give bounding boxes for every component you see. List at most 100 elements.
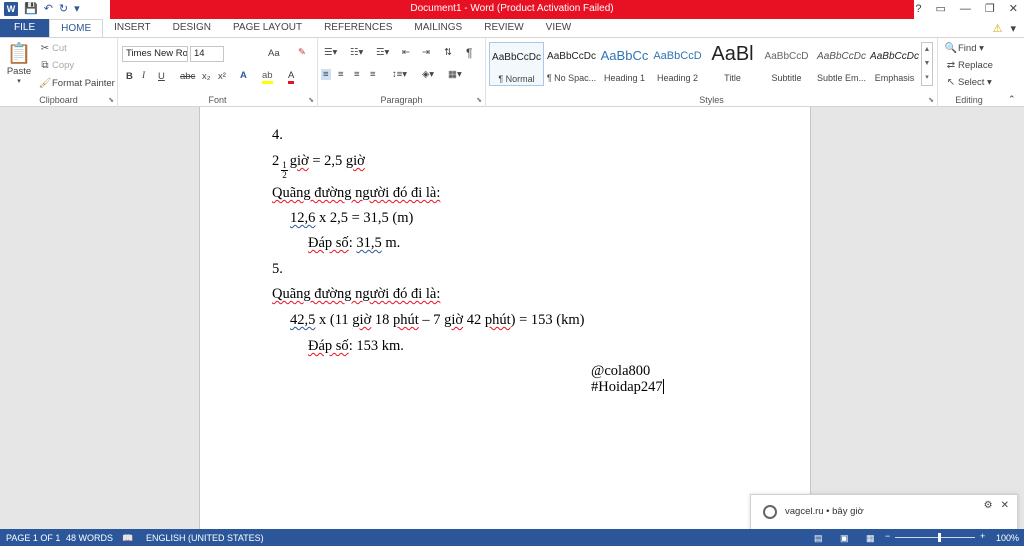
tab-design[interactable]: DESIGN bbox=[162, 19, 222, 37]
tab-review[interactable]: REVIEW bbox=[473, 19, 534, 37]
gear-icon[interactable]: ⚙ bbox=[984, 500, 993, 511]
highlight-icon[interactable]: ab bbox=[262, 70, 273, 84]
borders-icon[interactable]: ▦▾ bbox=[448, 69, 462, 80]
superscript-button[interactable]: x² bbox=[218, 71, 226, 82]
increase-indent-icon[interactable]: ⇥ bbox=[422, 47, 430, 58]
redo-icon[interactable]: ↻ bbox=[59, 2, 68, 16]
tab-view[interactable]: VIEW bbox=[535, 19, 583, 37]
chevron-up-icon[interactable]: ▲ bbox=[922, 43, 932, 57]
shading-icon[interactable]: ◈▾ bbox=[422, 69, 434, 80]
style-no-spacing[interactable]: AaBbCcDc ¶ No Spac... bbox=[544, 42, 599, 86]
align-center-icon[interactable]: ≡ bbox=[338, 69, 344, 80]
account-dropdown-icon[interactable]: ▾ bbox=[1010, 22, 1016, 35]
undo-icon[interactable]: ↶ bbox=[44, 2, 53, 16]
zoom-out-icon[interactable]: − bbox=[885, 531, 890, 541]
clipboard-launcher-icon[interactable]: ⬊ bbox=[108, 96, 114, 104]
align-right-icon[interactable]: ≡ bbox=[354, 69, 360, 80]
decrease-indent-icon[interactable]: ⇤ bbox=[402, 47, 410, 58]
language[interactable]: ENGLISH (UNITED STATES) bbox=[146, 533, 264, 543]
tab-page-layout[interactable]: PAGE LAYOUT bbox=[222, 19, 313, 37]
tab-mailings[interactable]: MAILINGS bbox=[403, 19, 473, 37]
tab-references[interactable]: REFERENCES bbox=[313, 19, 403, 37]
font-color-icon[interactable]: A bbox=[288, 70, 295, 84]
read-mode-icon[interactable]: ▤ bbox=[814, 533, 823, 544]
multilevel-list-icon[interactable]: ☲▾ bbox=[376, 47, 389, 58]
underline-button[interactable]: U bbox=[158, 71, 165, 82]
close-icon[interactable]: ✕ bbox=[1001, 500, 1009, 511]
sort-icon[interactable]: ⇅ bbox=[444, 47, 452, 58]
paste-button[interactable]: 📋 Paste ▾ bbox=[6, 42, 32, 85]
style-emphasis[interactable]: AaBbCcDc Emphasis bbox=[867, 42, 922, 86]
font-size-select[interactable]: 14 bbox=[190, 46, 224, 62]
notification-toast[interactable]: vagcel.ru • bây giờ ⚙ ✕ bbox=[750, 494, 1018, 530]
format-painter-button[interactable]: 🖌Format Painter bbox=[38, 78, 115, 89]
editing-group: 🔍Find ▾ ⇄ Replace ↖ Select ▾ Editing bbox=[938, 38, 1000, 107]
style-normal[interactable]: AaBbCcDc ¶ Normal bbox=[489, 42, 544, 86]
copy-icon: ⧉ bbox=[41, 60, 49, 71]
show-formatting-button[interactable]: ¶ bbox=[466, 46, 472, 60]
styles-gallery: AaBbCcDc ¶ Normal AaBbCcDc ¶ No Spac... … bbox=[489, 42, 919, 86]
clear-formatting-icon[interactable]: ✎ bbox=[298, 47, 306, 58]
italic-button[interactable]: I bbox=[142, 71, 145, 81]
justify-icon[interactable]: ≡ bbox=[370, 69, 376, 80]
tab-insert[interactable]: INSERT bbox=[103, 19, 162, 37]
customize-qat-icon[interactable]: ▾ bbox=[74, 2, 80, 16]
paragraph-launcher-icon[interactable]: ⬊ bbox=[476, 96, 482, 104]
signature-handle: @cola800 bbox=[591, 363, 651, 379]
subscript-button[interactable]: x₂ bbox=[202, 71, 210, 82]
bullets-icon[interactable]: ☰▾ bbox=[324, 47, 337, 58]
styles-gallery-scroll[interactable]: ▲ ▼ ▾ bbox=[921, 42, 933, 86]
help-button[interactable]: ? bbox=[915, 0, 921, 18]
restore-button[interactable]: ❐ bbox=[985, 0, 995, 18]
copy-button[interactable]: ⧉ Copy bbox=[38, 60, 74, 71]
tab-home[interactable]: HOME bbox=[49, 19, 104, 37]
warning-icon[interactable]: ⚠ bbox=[993, 22, 1003, 35]
align-left-icon[interactable]: ≡ bbox=[321, 69, 331, 80]
save-icon[interactable]: 💾 bbox=[24, 2, 38, 16]
styles-label: Styles bbox=[699, 95, 724, 105]
page-count[interactable]: PAGE 1 OF 1 bbox=[6, 533, 60, 543]
zoom-slider-handle[interactable] bbox=[938, 533, 941, 542]
tab-file[interactable]: FILE bbox=[0, 19, 50, 37]
close-button[interactable]: ✕ bbox=[1009, 0, 1018, 18]
bold-button[interactable]: B bbox=[126, 71, 133, 82]
numbering-icon[interactable]: ☷▾ bbox=[350, 47, 363, 58]
text-effects-icon[interactable]: A bbox=[240, 70, 247, 81]
doc-line-9: Đáp số: 153 km. bbox=[308, 338, 404, 354]
styles-launcher-icon[interactable]: ⬊ bbox=[928, 96, 934, 104]
style-heading-1[interactable]: AaBbCc Heading 1 bbox=[597, 42, 652, 86]
strikethrough-button[interactable]: abc bbox=[180, 71, 195, 82]
web-layout-icon[interactable]: ▦ bbox=[866, 533, 875, 544]
status-bar: PAGE 1 OF 1 48 WORDS 📖 ENGLISH (UNITED S… bbox=[0, 529, 1024, 546]
text-cursor bbox=[662, 379, 664, 394]
style-title[interactable]: AaBl Title bbox=[705, 42, 760, 86]
notification-text: vagcel.ru • bây giờ bbox=[785, 506, 864, 517]
word-app-icon[interactable]: W bbox=[4, 2, 18, 16]
style-subtle-emphasis[interactable]: AaBbCcDc Subtle Em... bbox=[814, 42, 869, 86]
collapse-ribbon-icon[interactable]: ⌃ bbox=[1008, 94, 1016, 105]
zoom-level[interactable]: 100% bbox=[996, 533, 1019, 543]
zoom-slider[interactable] bbox=[895, 537, 975, 538]
font-launcher-icon[interactable]: ⬊ bbox=[308, 96, 314, 104]
print-layout-icon[interactable]: ▣ bbox=[840, 533, 849, 544]
word-count[interactable]: 48 WORDS bbox=[66, 533, 113, 543]
find-button[interactable]: 🔍Find ▾ bbox=[944, 43, 984, 54]
style-subtitle[interactable]: AaBbCcD Subtitle bbox=[759, 42, 814, 86]
doc-line-7: Quãng đường người đó đi là: bbox=[272, 286, 441, 302]
ribbon-display-button[interactable]: ▭ bbox=[936, 0, 946, 18]
zoom-in-icon[interactable]: + bbox=[980, 531, 985, 541]
font-label: Font bbox=[208, 95, 227, 105]
more-styles-icon[interactable]: ▾ bbox=[922, 71, 932, 85]
style-heading-2[interactable]: AaBbCcD Heading 2 bbox=[650, 42, 705, 86]
chevron-down-icon[interactable]: ▼ bbox=[922, 57, 932, 71]
grow-font-button[interactable]: Aa bbox=[268, 48, 280, 59]
select-button[interactable]: ↖ Select ▾ bbox=[944, 77, 992, 88]
document-page[interactable]: 4. 2 1 2 giờ = 2,5 giờ Quãng đường người đó… bbox=[199, 107, 811, 529]
minimize-button[interactable]: — bbox=[960, 0, 971, 18]
replace-button[interactable]: ⇄ Replace bbox=[944, 60, 993, 71]
paste-dropdown-icon: ▾ bbox=[17, 78, 21, 85]
cut-button[interactable]: ✂ Cut bbox=[38, 43, 67, 54]
font-name-select[interactable]: Times New Ro bbox=[122, 46, 188, 62]
line-spacing-icon[interactable]: ↕≡▾ bbox=[392, 69, 407, 80]
proofing-icon[interactable]: 📖 bbox=[122, 533, 133, 544]
